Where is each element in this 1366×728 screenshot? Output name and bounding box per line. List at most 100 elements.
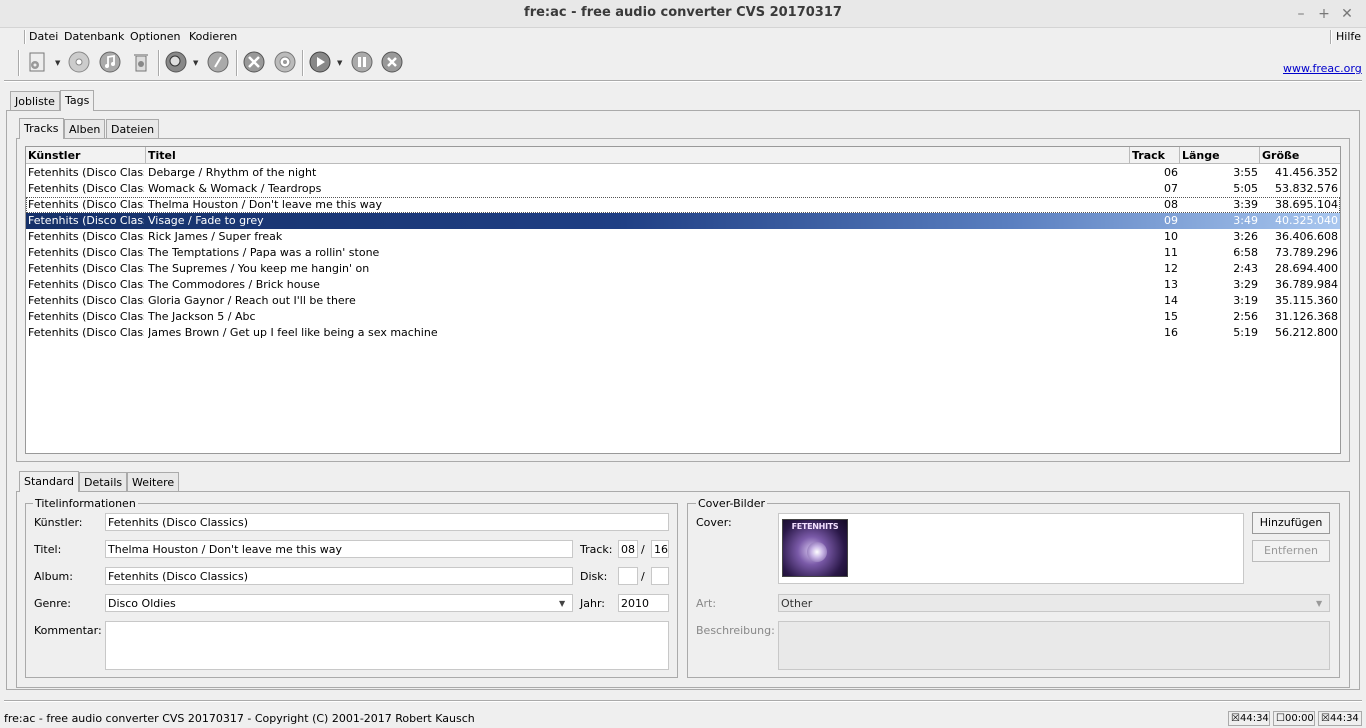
album-field[interactable]: Fetenhits (Disco Classics) (105, 567, 573, 585)
track-artist: Fetenhits (Disco Classics) (28, 214, 144, 227)
menu-datenbank[interactable]: Datenbank (64, 30, 124, 43)
table-row[interactable]: Fetenhits (Disco Classics) The Jackson 5 … (26, 309, 1340, 325)
status-time-selected-value: 00:00 (1284, 713, 1314, 724)
checked-box-icon: ☒ (1231, 713, 1240, 724)
submit-cddb-icon[interactable] (206, 50, 230, 74)
track-separator: / (641, 543, 645, 556)
track-length: 3:26 (1233, 230, 1258, 243)
track-title: The Supremes / You keep me hangin' on (148, 262, 370, 275)
track-artist: Fetenhits (Disco Classics) (28, 262, 144, 275)
tab-weitere[interactable]: Weitere (127, 472, 180, 492)
artist-label: Künstler: (34, 516, 83, 529)
title-bar: fre:ac - free audio converter CVS 201703… (0, 0, 1366, 28)
track-size: 56.212.800 (1275, 326, 1338, 339)
genre-label: Genre: (34, 597, 72, 610)
add-cover-button[interactable]: Hinzufügen (1252, 512, 1330, 534)
track-number: 10 (1164, 230, 1178, 243)
website-link[interactable]: www.freac.org (1283, 62, 1362, 75)
add-cd-icon[interactable] (67, 50, 91, 74)
tab-dateien[interactable]: Dateien (106, 119, 160, 139)
column-header-size[interactable]: Größe (1260, 147, 1340, 164)
track-length: 3:49 (1233, 214, 1258, 227)
settings-gear-icon[interactable] (273, 50, 297, 74)
remove-cover-button[interactable]: Entfernen (1252, 540, 1330, 562)
type-combobox[interactable]: Other (778, 594, 1330, 612)
track-number: 15 (1164, 310, 1178, 323)
track-size: 35.115.360 (1275, 294, 1338, 307)
tab-standard[interactable]: Standard (19, 471, 80, 492)
track-size: 36.789.984 (1275, 278, 1338, 291)
title-field[interactable]: Thelma Houston / Don't leave me this way (105, 540, 573, 558)
search-dropdown-icon[interactable]: ▼ (193, 59, 198, 67)
column-header-artist[interactable]: Künstler (26, 147, 146, 164)
comment-field[interactable] (105, 621, 669, 670)
table-row[interactable]: Fetenhits (Disco Classics) The Temptation… (26, 245, 1340, 261)
toolbar-divider (4, 80, 1362, 82)
track-size: 73.789.296 (1275, 246, 1338, 259)
cover-art-text: FETENHITS (791, 522, 839, 531)
play-dropdown-icon[interactable]: ▼ (337, 59, 342, 67)
table-row[interactable]: Fetenhits (Disco Classics) James Brown / … (26, 325, 1340, 341)
add-files-dropdown-icon[interactable]: ▼ (55, 59, 60, 67)
genre-combobox[interactable]: Disco Oldies (105, 594, 573, 612)
add-files-icon[interactable] (26, 50, 50, 74)
column-header-title[interactable]: Titel (146, 147, 1130, 164)
table-row[interactable]: Fetenhits (Disco Classics) Gloria Gaynor … (26, 293, 1340, 309)
tab-jobliste[interactable]: Jobliste (10, 91, 60, 111)
artist-field[interactable]: Fetenhits (Disco Classics) (105, 513, 669, 531)
description-field[interactable] (778, 621, 1330, 670)
title-label: Titel: (34, 543, 62, 556)
column-header-length[interactable]: Länge (1180, 147, 1260, 164)
table-row[interactable]: Fetenhits (Disco Classics) Thelma Houston… (26, 197, 1340, 213)
minimize-icon[interactable]: – (1292, 5, 1310, 23)
status-time-remaining-value: 44:34 (1329, 713, 1359, 724)
toolbar-separator (158, 50, 160, 76)
column-header-track[interactable]: Track (1130, 147, 1180, 164)
maximize-icon[interactable]: + (1315, 5, 1333, 23)
menu-kodieren[interactable]: Kodieren (189, 30, 237, 43)
disc-total-field[interactable] (651, 567, 669, 585)
year-field[interactable]: 2010 (618, 594, 669, 612)
type-label: Art: (696, 597, 717, 610)
disc-label: Disk: (580, 570, 608, 583)
table-row[interactable]: Fetenhits (Disco Classics) Visage / Fade … (26, 213, 1340, 229)
track-list[interactable]: Künstler Titel Track Länge Größe Fetenhi… (25, 146, 1341, 454)
tab-details[interactable]: Details (79, 472, 128, 492)
pause-icon[interactable] (350, 50, 374, 74)
toolbar-grip (18, 50, 20, 76)
table-row[interactable]: Fetenhits (Disco Classics) Rick James / S… (26, 229, 1340, 245)
stop-icon[interactable] (380, 50, 404, 74)
track-artist: Fetenhits (Disco Classics) (28, 294, 144, 307)
table-row[interactable]: Fetenhits (Disco Classics) Womack & Womac… (26, 181, 1340, 197)
track-title: Gloria Gaynor / Reach out I'll be there (148, 294, 356, 307)
genre-dropdown-icon[interactable]: ▼ (559, 599, 565, 608)
track-artist: Fetenhits (Disco Classics) (28, 182, 144, 195)
close-window-icon[interactable]: ✕ (1338, 5, 1356, 23)
type-dropdown-icon[interactable]: ▼ (1316, 599, 1322, 608)
search-cddb-icon[interactable] (164, 50, 188, 74)
tab-tracks[interactable]: Tracks (19, 118, 64, 139)
disc-number-field[interactable] (618, 567, 638, 585)
menu-hilfe[interactable]: Hilfe (1336, 30, 1361, 43)
menu-datei[interactable]: Datei (29, 30, 58, 43)
track-size: 40.325.040 (1275, 214, 1338, 227)
track-artist: Fetenhits (Disco Classics) (28, 246, 144, 259)
music-note-icon[interactable] (98, 50, 122, 74)
tab-tags[interactable]: Tags (60, 90, 95, 111)
status-bar: fre:ac - free audio converter CVS 201703… (0, 708, 1366, 728)
remove-trash-icon[interactable] (129, 50, 153, 74)
table-row[interactable]: Fetenhits (Disco Classics) Debarge / Rhyt… (26, 165, 1340, 181)
menu-optionen[interactable]: Optionen (130, 30, 180, 43)
tab-alben[interactable]: Alben (64, 119, 106, 139)
play-icon[interactable] (308, 50, 332, 74)
track-size: 31.126.368 (1275, 310, 1338, 323)
empty-box-icon: ☐ (1276, 713, 1285, 724)
track-number-field[interactable]: 08 (618, 540, 638, 558)
tools-icon[interactable] (242, 50, 266, 74)
window-title: fre:ac - free audio converter CVS 201703… (524, 5, 842, 20)
track-total-field[interactable]: 16 (651, 540, 669, 558)
table-row[interactable]: Fetenhits (Disco Classics) The Supremes /… (26, 261, 1340, 277)
table-row[interactable]: Fetenhits (Disco Classics) The Commodores… (26, 277, 1340, 293)
cover-thumbnail[interactable]: FETENHITS (782, 519, 848, 577)
track-number: 09 (1164, 214, 1178, 227)
